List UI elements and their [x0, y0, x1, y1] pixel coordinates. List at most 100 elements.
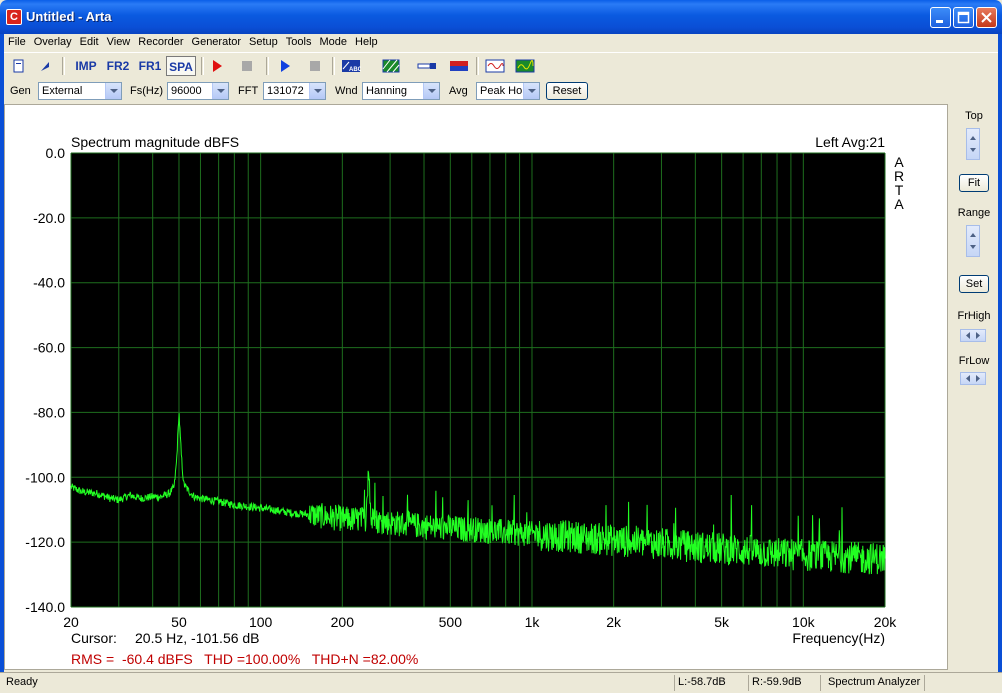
maximize-button[interactable]: [953, 7, 974, 28]
generator-play-button[interactable]: [274, 56, 296, 76]
generator-stop-button[interactable]: [304, 56, 326, 76]
play-red-icon: [213, 60, 222, 72]
plot-panel: Spectrum magnitude dBFS Left Avg:21 0.0 -…: [4, 104, 948, 670]
close-button[interactable]: [976, 7, 997, 28]
record-button[interactable]: [206, 56, 228, 76]
frlow-spinner[interactable]: [960, 372, 986, 385]
left-right-arrows-icon: [966, 375, 980, 382]
probe-icon: [417, 63, 436, 69]
fs-label: Fs(Hz): [130, 85, 163, 97]
status-ready: Ready: [6, 676, 38, 688]
top-spinner[interactable]: [966, 128, 980, 160]
y-tick-label: -100.0: [25, 469, 65, 485]
gen-select[interactable]: External: [38, 82, 122, 100]
window-title: Untitled - Arta: [26, 9, 112, 24]
channel-select-button[interactable]: [448, 56, 470, 76]
fr1-mode-button[interactable]: FR1: [136, 56, 164, 76]
red-blue-bar-icon: [450, 61, 468, 71]
right-level-readout: R:-59.9dB: [752, 676, 802, 688]
menu-mode[interactable]: Mode: [315, 34, 351, 48]
waveform-button[interactable]: [484, 56, 506, 76]
y-tick-label: -80.0: [33, 404, 65, 420]
toolbar-separator: [201, 57, 204, 75]
x-tick-label: 100: [249, 614, 273, 630]
stop-record-button[interactable]: [236, 56, 258, 76]
frhigh-spinner[interactable]: [960, 329, 986, 342]
gen-select-value: External: [42, 85, 83, 97]
fft-select[interactable]: 131072: [263, 82, 326, 100]
open-button[interactable]: [34, 56, 56, 76]
new-file-button[interactable]: [8, 56, 30, 76]
y-tick-label: -40.0: [33, 275, 65, 291]
title-bar: C Untitled - Arta: [0, 0, 1002, 34]
stop-icon: [242, 61, 252, 71]
range-spinner[interactable]: [966, 225, 980, 257]
overlay-abc-icon: ABC: [342, 60, 363, 73]
spa-mode-button[interactable]: SPA: [166, 56, 196, 76]
stop-icon: [310, 61, 320, 71]
probe-button[interactable]: [416, 56, 438, 76]
menu-overlay[interactable]: Overlay: [30, 34, 76, 48]
fr2-mode-button[interactable]: FR2: [104, 56, 132, 76]
imp-mode-button[interactable]: IMP: [72, 56, 100, 76]
close-icon: [981, 12, 992, 23]
toolbar-separator: [476, 57, 479, 75]
menu-tools[interactable]: Tools: [282, 34, 316, 48]
set-button[interactable]: Set: [959, 275, 989, 293]
fit-button[interactable]: Fit: [959, 174, 989, 192]
fs-select[interactable]: 96000: [167, 82, 229, 100]
avg-label: Avg: [449, 85, 468, 97]
avg-select[interactable]: Peak Ho: [476, 82, 540, 100]
maximize-icon: [957, 11, 970, 24]
wnd-select[interactable]: Hanning: [362, 82, 440, 100]
frhigh-label: FrHigh: [957, 310, 991, 322]
new-file-icon: [13, 59, 24, 73]
toolbar-separator: [62, 57, 65, 75]
chevron-down-icon: [212, 83, 228, 99]
reset-button[interactable]: Reset: [546, 82, 588, 100]
status-divider: [924, 675, 925, 691]
fft-label: FFT: [238, 85, 259, 97]
menu-file[interactable]: File: [4, 34, 30, 48]
top-label: Top: [965, 110, 983, 122]
x-tick-label: 20: [63, 614, 79, 630]
x-tick-label: 2k: [606, 614, 622, 630]
arta-watermark: ARTA: [894, 154, 904, 212]
window-frame-right: [998, 34, 1002, 672]
menu-generator[interactable]: Generator: [188, 34, 246, 48]
range-label: Range: [957, 207, 991, 219]
spectrum-chart[interactable]: Spectrum magnitude dBFS Left Avg:21 0.0 -…: [5, 105, 947, 669]
y-tick-label: -20.0: [33, 210, 65, 226]
x-tick-label: 5k: [714, 614, 730, 630]
overlay-abc-button[interactable]: ABC: [340, 56, 363, 76]
plot-area[interactable]: [71, 153, 885, 607]
status-divider: [674, 675, 675, 691]
gen-label: Gen: [10, 85, 31, 97]
x-tick-label: 500: [439, 614, 463, 630]
minimize-button[interactable]: [930, 7, 951, 28]
open-arrow-icon: [41, 62, 49, 71]
minimize-icon: [936, 20, 943, 23]
chevron-down-icon: [523, 83, 539, 99]
side-control-panel: Top Fit Range Set FrHigh FrLow: [950, 104, 998, 670]
menu-view[interactable]: View: [103, 34, 135, 48]
menu-setup[interactable]: Setup: [245, 34, 282, 48]
play-blue-icon: [281, 60, 290, 72]
wnd-label: Wnd: [335, 85, 358, 97]
overlay-pattern-button[interactable]: [380, 56, 402, 76]
app-c-icon[interactable]: C: [6, 9, 22, 25]
left-level-readout: L:-58.7dB: [678, 676, 726, 688]
scope-icon: [515, 59, 535, 73]
menu-help[interactable]: Help: [351, 34, 382, 48]
menu-edit[interactable]: Edit: [76, 34, 103, 48]
scope-button[interactable]: [514, 56, 536, 76]
toolbar-separator: [266, 57, 269, 75]
status-divider: [820, 675, 821, 691]
chevron-down-icon: [423, 83, 439, 99]
left-right-arrows-icon: [966, 332, 980, 339]
up-down-arrows-icon: [970, 136, 976, 152]
x-axis-ticks: 20 50 100 200 500 1k 2k 5k 10k 20k: [63, 614, 897, 630]
watermark-letter: A: [894, 196, 904, 212]
menu-recorder[interactable]: Recorder: [134, 34, 187, 48]
chart-title: Spectrum magnitude dBFS: [71, 134, 239, 150]
